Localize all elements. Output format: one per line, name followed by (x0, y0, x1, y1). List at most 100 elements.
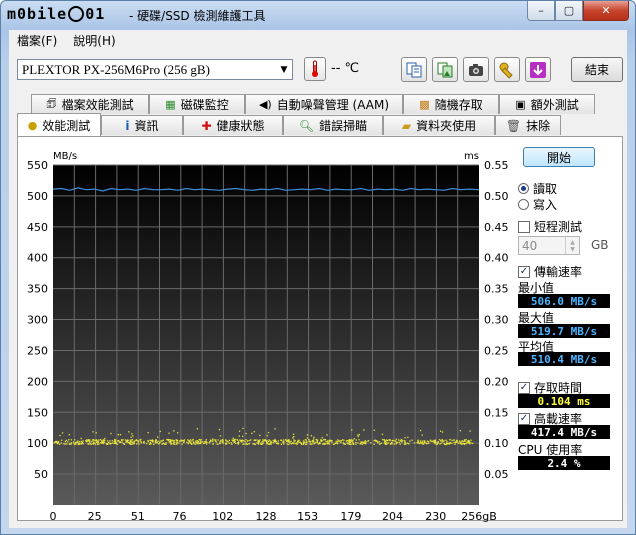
tab-extra-tests[interactable]: ▣ 額外測試 (499, 94, 595, 114)
access-time-point (298, 439, 300, 441)
access-time-point (121, 441, 123, 443)
short-test-checkbox[interactable]: 短程測試 (518, 218, 582, 235)
thermometer-icon (312, 60, 318, 77)
transfer-rate-checkbox[interactable]: ✓ 傳輸速率 (518, 263, 582, 280)
tab-file-benchmark[interactable]: 🗊 檔案效能測試 (31, 94, 149, 114)
access-time-point (95, 432, 97, 434)
access-time-point (152, 441, 154, 443)
access-time-point (56, 442, 58, 444)
tab-benchmark[interactable]: ● 效能測試 (17, 113, 101, 136)
save-button[interactable] (525, 57, 551, 82)
start-button[interactable]: 開始 (523, 147, 595, 167)
access-time-point (122, 439, 124, 441)
read-radio[interactable]: 讀取 (518, 180, 557, 197)
access-time-point (117, 433, 119, 436)
menu-file[interactable]: 檔案(F) (9, 32, 65, 49)
access-time-point (196, 428, 198, 430)
tab-health[interactable]: ✚ 健康狀態 (183, 115, 283, 135)
access-time-point (337, 439, 339, 441)
access-time-point (467, 442, 469, 444)
chevron-down-icon: ▼ (280, 64, 288, 75)
monitor-chart-icon: ▦ (165, 98, 176, 111)
access-time-point (286, 443, 288, 445)
tab-aam[interactable]: ◀) 自動噪聲管理 (AAM) (245, 94, 403, 114)
access-time-point (181, 440, 183, 442)
access-time-point (355, 443, 357, 445)
screenshot-button[interactable] (463, 57, 489, 82)
exit-button[interactable]: 結束 (571, 57, 623, 82)
y2-tick-label: 0.30 (484, 314, 509, 327)
access-time-point (464, 440, 466, 442)
access-time-point (459, 429, 462, 432)
access-time-point (420, 442, 422, 444)
access-time-point (437, 441, 439, 443)
copy-text-button[interactable] (401, 57, 427, 82)
y-tick-label: 250 (27, 344, 48, 357)
short-test-size-input[interactable]: 40 ▲ ▼ (518, 236, 580, 255)
access-time-point (289, 442, 291, 444)
access-time-point (445, 443, 447, 446)
access-time-point (358, 439, 360, 441)
access-time-point (80, 437, 82, 440)
access-time-point (348, 439, 351, 441)
access-time-value: 0.104 ms (518, 394, 610, 408)
access-time-point (467, 439, 470, 442)
access-time-point (58, 443, 61, 445)
tab-error-scan[interactable]: 🔍︎ 錯誤掃瞄 (283, 115, 383, 135)
access-time-point (99, 439, 102, 441)
access-time-point (121, 439, 123, 442)
access-time-point (335, 442, 337, 444)
tab-random-access[interactable]: ▩ 隨機存取 (403, 94, 499, 114)
tab-info[interactable]: i 資訊 (101, 115, 183, 135)
speaker-icon: ◀) (258, 98, 272, 111)
x-tick-label: 51 (131, 510, 145, 523)
access-time-point (288, 440, 291, 442)
random-access-icon: ▩ (419, 98, 430, 111)
access-time-point (176, 442, 178, 444)
access-time-point (447, 442, 449, 445)
y-tick-label: 550 (27, 159, 48, 172)
copy-image-button[interactable] (432, 57, 458, 82)
access-time-point (363, 429, 365, 431)
access-time-point (419, 429, 422, 432)
access-time-point (189, 439, 192, 441)
options-button[interactable] (494, 57, 520, 82)
access-time-point (183, 441, 185, 444)
access-time-point (456, 440, 459, 442)
write-radio[interactable]: 寫入 (518, 196, 557, 213)
access-time-point (217, 443, 219, 445)
access-time-point (55, 440, 58, 443)
access-time-point (421, 443, 423, 445)
maximize-button[interactable]: ▢ (555, 1, 583, 21)
tab-disk-monitor[interactable]: ▦ 磁碟監控 (149, 94, 245, 114)
access-time-point (107, 441, 110, 444)
access-time-point (92, 431, 94, 433)
access-time-point (156, 441, 158, 444)
access-time-point (210, 440, 212, 442)
access-time-point (397, 439, 400, 441)
access-time-point (325, 443, 327, 445)
access-time-point (296, 442, 298, 444)
tab-erase[interactable]: 🗑︎ 抹除 (495, 115, 561, 135)
access-time-point (89, 443, 91, 445)
spin-arrows-icon[interactable]: ▲ ▼ (565, 237, 579, 254)
y-tick-label: 450 (27, 221, 48, 234)
access-time-point (139, 440, 141, 442)
minimize-button[interactable]: – (527, 1, 555, 21)
title-bar[interactable]: m0bile 01 - 硬碟/SSD 檢測維護工具 – ▢ ✕ (1, 1, 635, 29)
drive-select[interactable]: PLEXTOR PX-256M6Pro (256 gB) ▼ (17, 59, 293, 80)
access-time-point (373, 429, 375, 431)
tab-folder-usage[interactable]: ▰ 資料夾使用 (383, 115, 495, 135)
access-time-point (91, 440, 93, 443)
access-time-point (374, 439, 377, 442)
access-time-point (176, 443, 178, 445)
access-time-point (238, 435, 240, 437)
menu-help[interactable]: 說明(H) (65, 32, 123, 49)
temperature-button[interactable] (304, 57, 326, 81)
access-time-point (191, 440, 193, 442)
access-time-point (70, 443, 72, 445)
info-icon: i (125, 118, 130, 133)
close-button[interactable]: ✕ (583, 1, 629, 21)
access-time-point (63, 443, 65, 445)
access-time-point (462, 440, 465, 443)
